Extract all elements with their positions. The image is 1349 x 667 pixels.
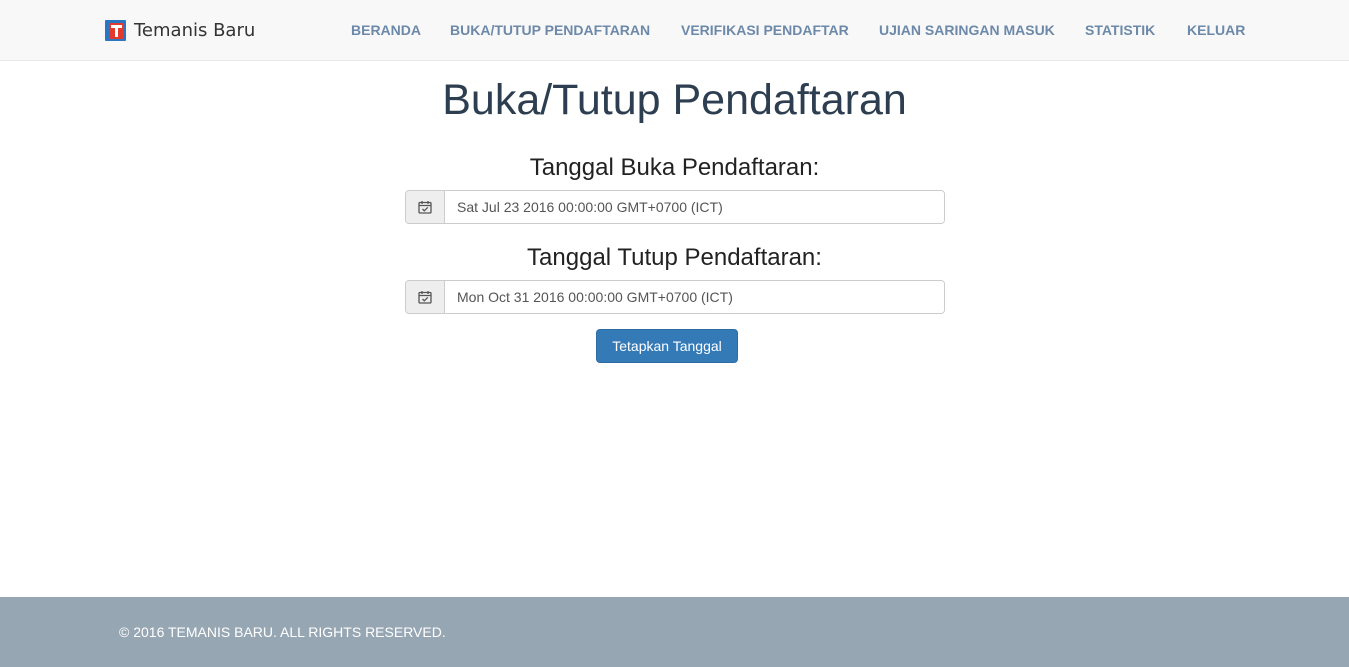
set-date-button[interactable]: Tetapkan Tanggal	[596, 329, 738, 363]
open-date-input[interactable]	[445, 191, 944, 223]
open-date-label: Tanggal Buka Pendaftaran:	[529, 154, 820, 181]
nav-item-verifikasi-pendaftar[interactable]: VERIFIKASI PENDAFTAR	[681, 22, 849, 38]
brand-name: Temanis Baru	[134, 19, 256, 41]
nav-item-beranda[interactable]: BERANDA	[351, 22, 421, 38]
brand-logo-icon	[105, 19, 126, 41]
nav-item-keluar[interactable]: KELUAR	[1187, 22, 1245, 38]
nav-item-statistik[interactable]: STATISTIK	[1085, 22, 1155, 38]
close-date-label: Tanggal Tutup Pendaftaran:	[527, 244, 822, 271]
footer-copyright: © 2016 TEMANIS BARU. ALL RIGHTS RESERVED…	[119, 624, 446, 640]
calendar-check-icon[interactable]	[406, 191, 445, 223]
navbar: Temanis Baru BERANDA BUKA/TUTUP PENDAFTA…	[0, 0, 1349, 61]
close-date-input[interactable]	[445, 281, 944, 313]
nav-item-buka-tutup-pendaftaran[interactable]: BUKA/TUTUP PENDAFTARAN	[450, 22, 650, 38]
footer: © 2016 TEMANIS BARU. ALL RIGHTS RESERVED…	[0, 597, 1349, 667]
page-title: Buka/Tutup Pendaftaran	[442, 76, 907, 124]
open-date-group	[405, 190, 945, 224]
close-date-group	[405, 280, 945, 314]
nav-item-ujian-saringan-masuk[interactable]: UJIAN SARINGAN MASUK	[879, 22, 1055, 38]
brand[interactable]: Temanis Baru	[105, 19, 255, 41]
calendar-check-icon[interactable]	[406, 281, 445, 313]
